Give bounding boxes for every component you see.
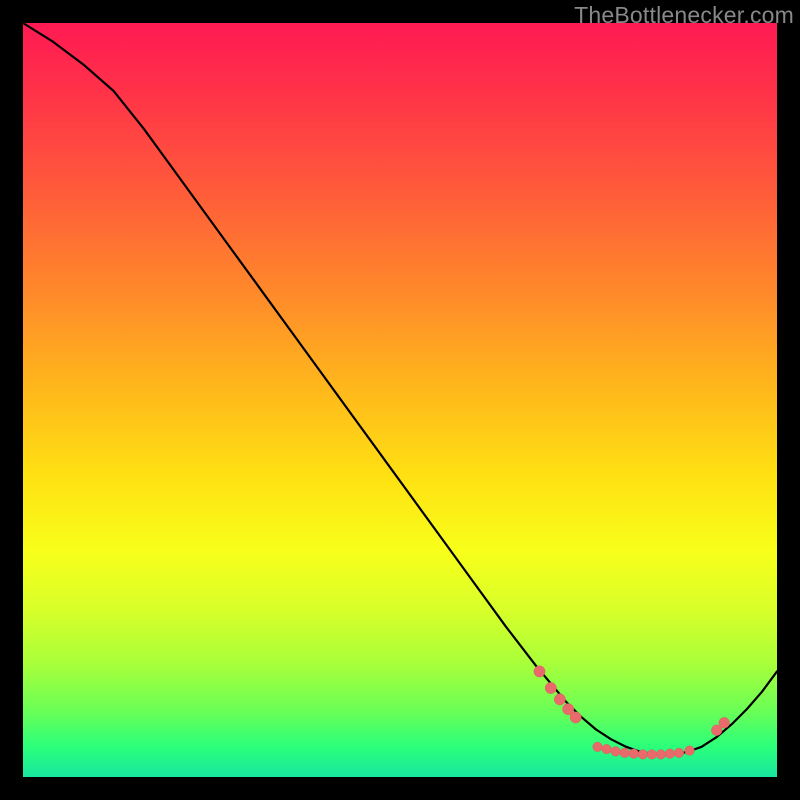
marker-dot [570,712,581,723]
marker-dot [545,682,556,693]
plot-area [23,23,777,777]
chart-svg [23,23,777,777]
marker-dot [665,749,675,759]
marker-dot [656,750,666,760]
marker-dot [638,750,648,760]
marker-dot [620,748,630,758]
marker-dot [719,717,730,728]
watermark-text: TheBottlenecker.com [574,2,794,29]
marker-dot [611,747,621,757]
marker-dot [534,666,545,677]
chart-stage: TheBottlenecker.com [0,0,800,800]
marker-dot [554,694,565,705]
marker-dot [602,744,612,754]
marker-dot [685,746,695,756]
marker-dot [593,742,603,752]
curve-path [23,23,777,754]
marker-dot [674,748,684,758]
marker-dot [647,750,657,760]
marker-dot [629,749,639,759]
markers-group [534,666,730,759]
